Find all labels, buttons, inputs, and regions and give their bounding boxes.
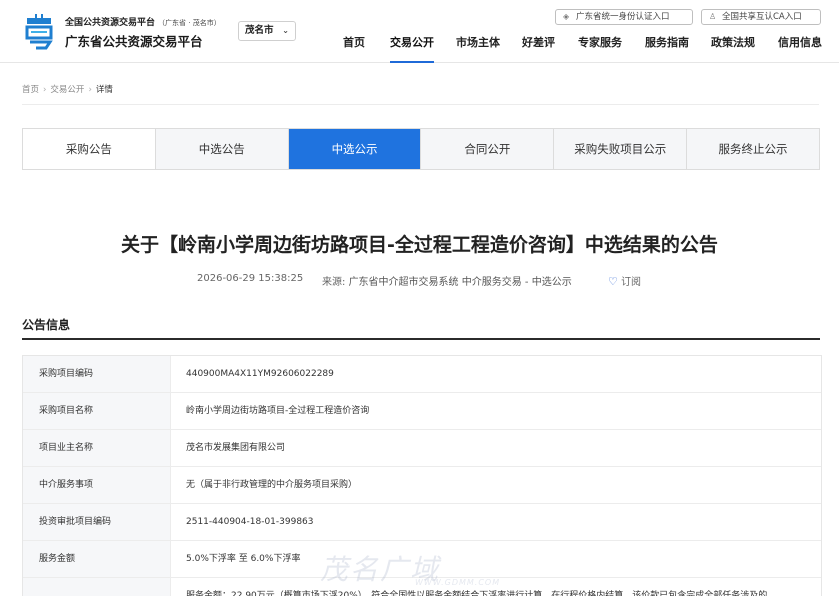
source-value: 广东省中介超市交易系统 中介服务交易 - 中选公示	[348, 277, 572, 288]
row-value: 茂名市发展集团有限公司	[186, 443, 286, 453]
heart-icon: ♡	[608, 275, 618, 288]
row-value: 无（属于非行政管理的中介服务项目采购）	[186, 480, 358, 490]
table-row: 采购项目编码 440900MA4X11YM92606022289	[23, 356, 821, 393]
city-select-value: 茂名市	[245, 25, 274, 36]
breadcrumb-current: 详情	[95, 85, 113, 95]
table-row: 中介服务事项 无（属于非行政管理的中介服务项目采购）	[23, 467, 821, 504]
breadcrumb-separator: ›	[88, 85, 92, 95]
platform-national-name: 全国公共资源交易平台 （广东省 · 茂名市）	[65, 18, 221, 28]
page-title: 关于【岭南小学周边街坊路项目-全过程工程造价咨询】中选结果的公告	[121, 234, 718, 256]
nav-trade-public[interactable]: 交易公开	[390, 36, 434, 63]
chevron-down-icon: ⌄	[282, 26, 289, 35]
breadcrumb-trade[interactable]: 交易公开	[50, 85, 84, 95]
tab-selection-notice[interactable]: 中选公告	[155, 129, 289, 169]
row-key: 项目业主名称	[23, 430, 171, 466]
row-key: 中介服务事项	[23, 467, 171, 503]
shield-icon: ◈	[563, 12, 570, 21]
subscribe-button[interactable]: ♡ 订阅	[608, 273, 641, 288]
ca-auth-label: 全国共享互认CA入口	[722, 12, 802, 22]
table-row: 项目业主名称 茂名市发展集团有限公司	[23, 430, 821, 467]
tab-procurement-failure[interactable]: 采购失败项目公示	[554, 129, 688, 169]
row-key: 采购项目编码	[23, 356, 171, 392]
row-key: 服务金额	[23, 541, 171, 577]
nav-home[interactable]: 首页	[343, 36, 365, 63]
user-icon: ♙	[709, 12, 717, 21]
ca-auth-button[interactable]: ♙ 全国共享互认CA入口	[701, 9, 821, 25]
tab-contract-public[interactable]: 合同公开	[421, 129, 555, 169]
site-watermark: 茂名广域 WWW.GDMM.COM	[320, 548, 499, 588]
section-title: 公告信息	[22, 318, 71, 332]
tab-service-termination[interactable]: 服务终止公示	[687, 129, 819, 169]
nav-policy[interactable]: 政策法规	[711, 36, 755, 63]
breadcrumb-separator: ›	[43, 85, 47, 95]
publish-datetime: 2026-06-29 15:38:25	[197, 273, 304, 284]
gd-identity-auth-label: 广东省统一身份认证入口	[576, 12, 670, 22]
row-key: 投资审批项目编码	[23, 504, 171, 540]
nav-service-guide[interactable]: 服务指南	[645, 36, 689, 63]
table-row: 采购项目名称 岭南小学周边街坊路项目-全过程工程造价咨询	[23, 393, 821, 430]
platform-name: 广东省公共资源交易平台	[65, 34, 203, 49]
row-value: 440900MA4X11YM92606022289	[186, 369, 334, 379]
nav-expert-service[interactable]: 专家服务	[578, 36, 622, 63]
nav-credit[interactable]: 信用信息	[778, 36, 822, 63]
watermark-url: WWW.GDMM.COM	[415, 578, 501, 587]
divider	[22, 104, 819, 105]
tab-selection-publicity[interactable]: 中选公示	[288, 129, 422, 169]
row-key: 采购项目名称	[23, 393, 171, 429]
announcement-tabs: 采购公告 中选公告 中选公示 合同公开 采购失败项目公示 服务终止公示	[22, 128, 820, 170]
platform-logo-icon	[23, 13, 55, 50]
article-source: 来源: 广东省中介超市交易系统 中介服务交易 - 中选公示	[322, 273, 572, 288]
row-value: 岭南小学周边街坊路项目-全过程工程造价咨询	[186, 406, 370, 416]
table-row: 投资审批项目编码 2511-440904-18-01-399863	[23, 504, 821, 541]
row-value: 5.0%下浮率 至 6.0%下浮率	[186, 554, 301, 564]
site-header: 全国公共资源交易平台 （广东省 · 茂名市） 广东省公共资源交易平台 茂名市 ⌄ …	[0, 0, 839, 63]
source-label: 来源:	[322, 277, 346, 288]
breadcrumb: 首页 › 交易公开 › 详情	[22, 83, 113, 95]
subscribe-label: 订阅	[621, 277, 642, 288]
tab-procurement-notice[interactable]: 采购公告	[23, 129, 156, 169]
breadcrumb-home[interactable]: 首页	[22, 85, 39, 95]
gd-identity-auth-button[interactable]: ◈ 广东省统一身份认证入口	[555, 9, 693, 25]
row-key	[23, 578, 171, 596]
nav-market-entities[interactable]: 市场主体	[456, 36, 500, 63]
row-value: 2511-440904-18-01-399863	[186, 517, 314, 527]
city-select[interactable]: 茂名市 ⌄	[238, 21, 296, 41]
section-divider	[22, 338, 820, 340]
nav-review[interactable]: 好差评	[522, 36, 555, 63]
